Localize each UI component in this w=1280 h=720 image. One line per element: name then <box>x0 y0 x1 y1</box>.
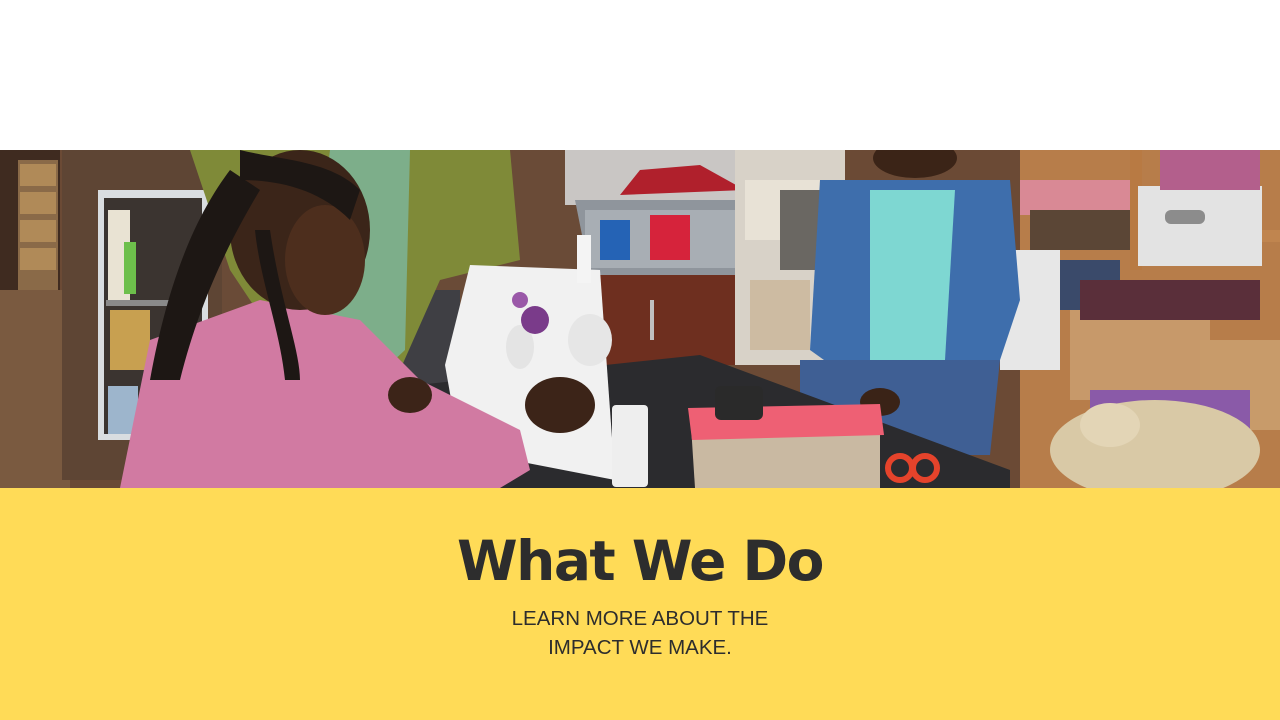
top-whitespace <box>0 0 1280 150</box>
section-subtitle[interactable]: LEARN MORE ABOUT THE IMPACT WE MAKE. <box>490 604 790 662</box>
section-title: What We Do <box>457 529 824 593</box>
hero-photo <box>0 150 1280 488</box>
workshop-photo-illustration <box>0 150 1280 488</box>
